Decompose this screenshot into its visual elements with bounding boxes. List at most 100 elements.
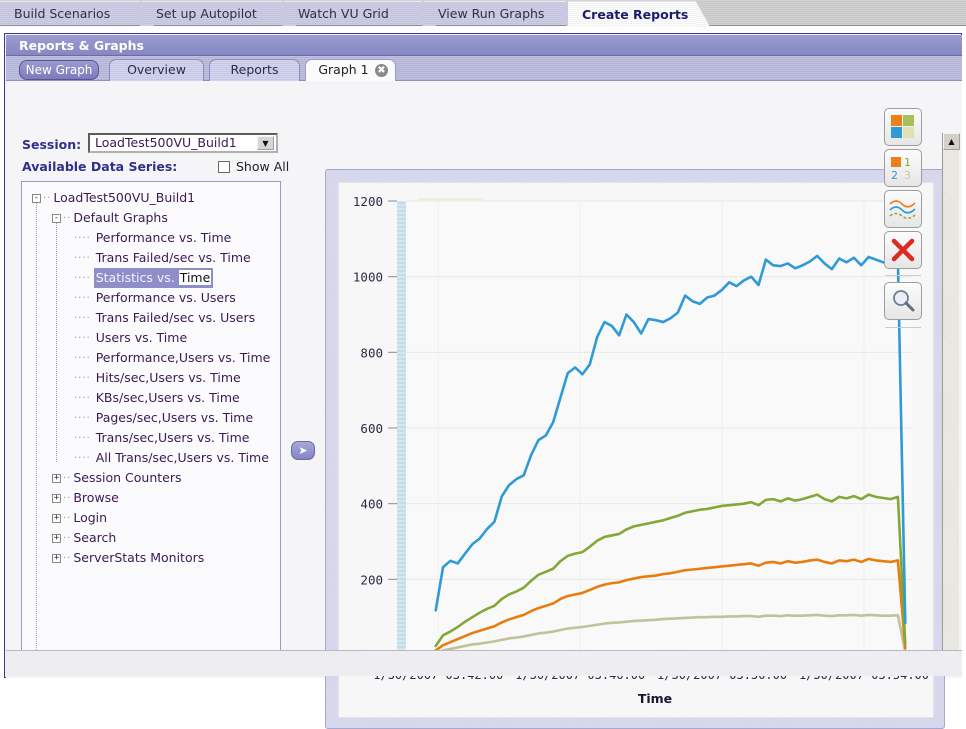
tree-item[interactable]: ···· Statistics vs. Time [28,268,280,288]
tree-connector: ···· [74,232,91,244]
y-tick-label: 600 [360,421,383,436]
tree-connector: ···· [74,392,91,404]
tree-connector: ···· [74,372,91,384]
tree-connector: ·· [43,192,52,204]
status-bar [6,650,962,676]
main-tab-label: Create Reports [582,7,689,22]
y-tick-label: 200 [360,572,383,587]
collapse-icon[interactable]: - [52,214,61,223]
legend-numbers-icon: 1 2 3 [891,156,911,182]
tree-item[interactable]: ···· Trans Failed/sec vs. Users [28,308,280,328]
tree-item[interactable]: ···· KBs/sec,Users vs. Time [28,388,280,408]
delete-icon [891,238,915,262]
tree-item[interactable]: ···· Trans/sec,Users vs. Time [28,428,280,448]
main-tab-strip: Build Scenarios Set up Autopilot Watch V… [0,0,966,27]
tree-item-label: Browse [73,490,119,505]
scroll-up-button[interactable]: ▲ [943,133,960,150]
tree-connector: ···· [74,332,91,344]
data-series-tree[interactable]: - ·· LoadTest500VU_Build1- ·· Default Graphs… [21,181,281,671]
show-all-checkbox[interactable] [218,161,230,173]
tree-connector: ···· [74,452,91,464]
tab-overview[interactable]: Overview [109,59,204,81]
main-tab-view-run-graphs[interactable]: View Run Graphs [424,1,580,26]
tree-item[interactable]: + ·· Login [28,508,280,528]
tree-item-label: Session Counters [73,470,182,485]
tree-item-label-highlight: Time [178,270,212,285]
main-tab-label: View Run Graphs [438,6,545,21]
tree-connector: ·· [63,532,72,544]
expand-icon[interactable]: + [52,474,61,483]
svg-text:1: 1 [904,156,911,169]
vertical-scrollbar[interactable]: ▲ ▼ [942,133,960,671]
legend-numbers-icon-button[interactable]: 1 2 3 [884,149,922,187]
tree-item[interactable]: + ·· Browse [28,488,280,508]
main-tab-build-scenarios[interactable]: Build Scenarios [0,1,154,26]
zoom-icon [893,290,915,312]
expand-icon[interactable]: + [52,554,61,563]
expand-icon[interactable]: + [52,514,61,523]
main-tab-watch-vu-grid[interactable]: Watch VU Grid [284,1,436,26]
tree-item-label: Trans/sec,Users vs. Time [95,430,250,445]
main-tab-set-up-autopilot[interactable]: Set up Autopilot [142,1,296,26]
tree-item[interactable]: - ·· LoadTest500VU_Build1 [28,188,280,208]
new-graph-button[interactable]: New Graph [19,60,99,80]
tree-item[interactable]: ···· Performance,Users vs. Time [28,348,280,368]
tree-item-label: ServerStats Monitors [73,550,205,565]
chart-plot-container: Graph 1 0200400600800100012001/30/2007 0… [338,182,934,718]
svg-text:3: 3 [904,169,911,181]
tree-connector: ·· [63,492,72,504]
chart-svg[interactable]: 0200400600800100012001/30/2007 03:42:001… [339,183,935,719]
session-value: LoadTest500VU_Build1 [95,135,237,150]
reports-graphs-panel: Reports & Graphs New Graph Overview Repo… [4,33,962,729]
expand-icon[interactable]: + [52,494,61,503]
tree-item[interactable]: + ·· Session Counters [28,468,280,488]
tab-graph-1[interactable]: Graph 1 ✖ [305,59,396,82]
inner-tab-bar: New Graph Overview Reports Graph 1 ✖ [6,56,962,82]
session-select[interactable]: LoadTest500VU_Build1 ▼ [88,133,278,153]
main-tab-label: Build Scenarios [14,6,111,21]
tree-connector: ·· [63,552,72,564]
tree-item-label: Hits/sec,Users vs. Time [95,370,241,385]
close-icon[interactable]: ✖ [375,64,388,77]
delete-icon-button[interactable] [884,231,922,269]
chevron-down-icon[interactable]: ▼ [257,136,274,150]
svg-text:2: 2 [891,169,898,181]
expand-icon[interactable]: + [52,534,61,543]
tree-connector: ·· [63,472,72,484]
toolbar-divider [885,275,921,276]
tree-connector: ···· [74,292,91,304]
tab-reports[interactable]: Reports [209,59,300,81]
tree-connector: ···· [74,252,91,264]
y-tick-label: 400 [360,497,383,512]
y-tick-label: 1000 [353,270,383,285]
tree-item-label: Performance vs. Users [95,290,236,305]
y-tick-label: 1200 [353,194,383,209]
tree-item-label: KBs/sec,Users vs. Time [95,390,240,405]
tree-item[interactable]: ···· All Trans/sec,Users vs. Time [28,448,280,468]
tree-item[interactable]: ···· Performance vs. Users [28,288,280,308]
main-tab-label: Watch VU Grid [298,6,389,21]
zoom-icon-button[interactable] [884,282,922,320]
tree-item[interactable]: ···· Pages/sec,Users vs. Time [28,408,280,428]
main-tab-create-reports[interactable]: Create Reports [568,1,710,27]
tree-item-label: Login [73,510,108,525]
line-style-icon-button[interactable] [884,190,922,228]
add-series-button[interactable]: ➤ [291,441,315,460]
collapse-icon[interactable]: - [32,194,41,203]
tree-connector: ···· [74,432,91,444]
tree-item-label: Search [73,530,117,545]
tree-item[interactable]: ···· Users vs. Time [28,328,280,348]
color-palette-icon-button[interactable] [884,108,922,146]
tree-item-label: Trans Failed/sec vs. Users [95,310,256,325]
tree-item-label: All Trans/sec,Users vs. Time [95,450,269,465]
tree-connector: ···· [74,272,91,284]
tree-item[interactable]: - ·· Default Graphs [28,208,280,228]
tree-item[interactable]: + ·· ServerStats Monitors [28,548,280,568]
session-label: Session: [22,137,82,152]
tree-item[interactable]: ···· Performance vs. Time [28,228,280,248]
tree-item[interactable]: ···· Trans Failed/sec vs. Time [28,248,280,268]
x-axis-title: Time [638,691,672,706]
tree-item[interactable]: ···· Hits/sec,Users vs. Time [28,368,280,388]
tree-item[interactable]: + ·· Search [28,528,280,548]
available-data-series-label: Available Data Series: [22,159,178,174]
